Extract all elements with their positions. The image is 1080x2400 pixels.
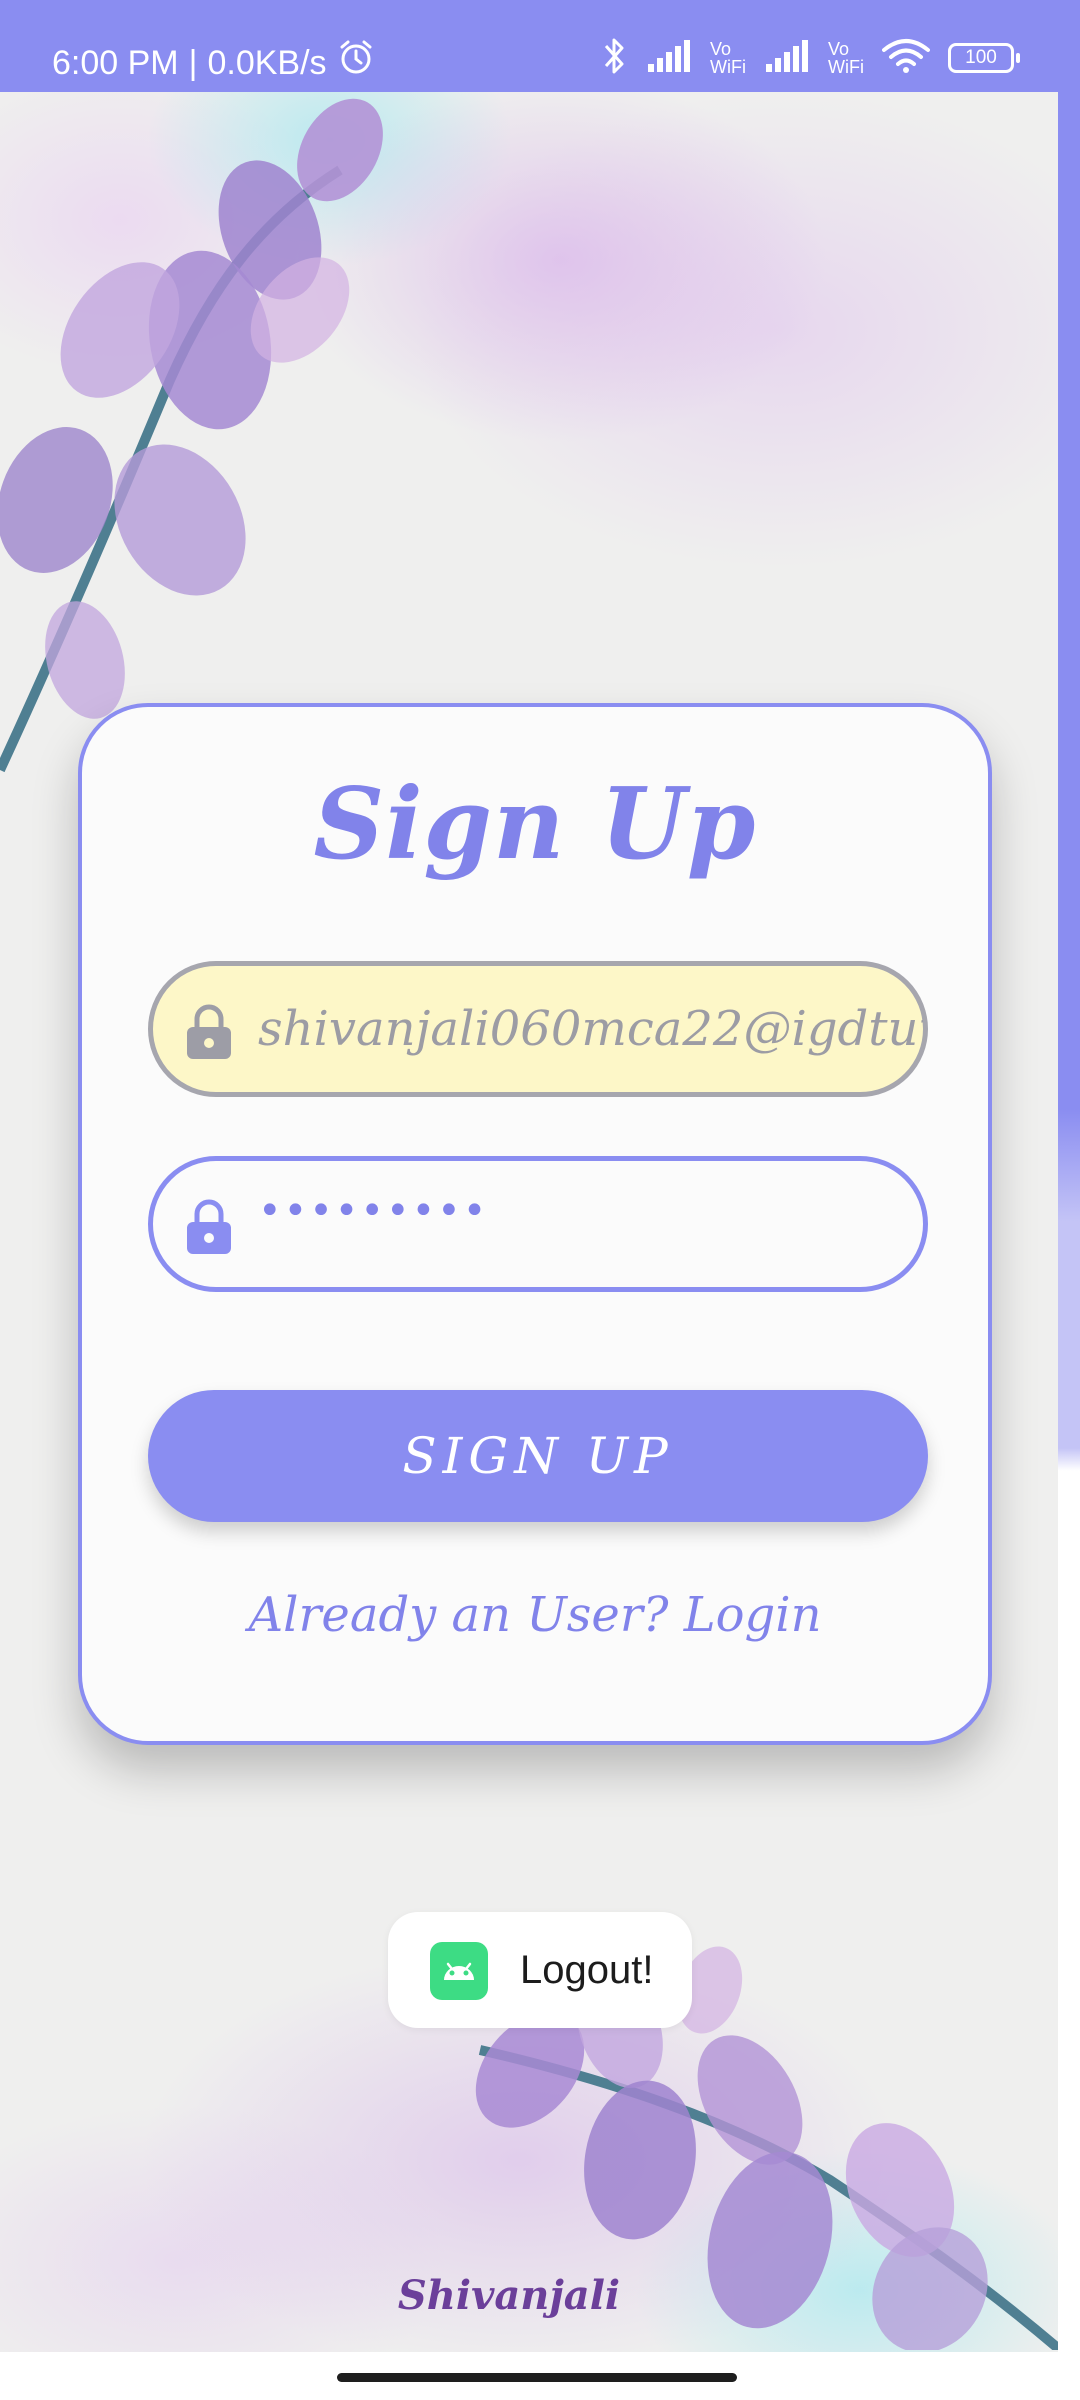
email-field[interactable]: shivanjali060mca22@igdtuw.a: [148, 961, 928, 1097]
scroll-edge-strip: [1058, 92, 1080, 2352]
password-field[interactable]: •••••••••: [148, 1156, 928, 1292]
status-bar: 6:00 PM | 0.0KB/s Vo WiFi Vo WiFi 100: [0, 0, 1080, 92]
signup-card: Sign Up shivanjali060mca22@igdtuw.a ••••…: [78, 703, 992, 1745]
vowifi-label-1: Vo WiFi: [710, 40, 746, 76]
vowifi-label-2: Vo WiFi: [828, 40, 864, 76]
logout-toast: Logout!: [388, 1912, 692, 2028]
status-right: Vo WiFi Vo WiFi 100: [602, 36, 1020, 80]
vowifi-top: Vo: [828, 39, 850, 59]
email-value: shivanjali060mca22@igdtuw.a: [258, 1001, 923, 1057]
android-app-icon: [430, 1942, 488, 2000]
login-link[interactable]: Already an User? Login: [82, 1587, 988, 1643]
lock-icon: [183, 1003, 235, 1059]
status-left: 6:00 PM | 0.0KB/s: [52, 38, 375, 88]
battery-icon: 100: [948, 43, 1020, 73]
vowifi-bottom: WiFi: [828, 57, 864, 77]
home-indicator[interactable]: [337, 2373, 737, 2382]
alarm-icon: [337, 38, 375, 88]
status-separator: |: [188, 44, 198, 82]
signature-text: Shivanjali: [397, 2272, 621, 2319]
status-network-speed: 0.0KB/s: [207, 44, 327, 82]
lock-icon: [183, 1198, 235, 1254]
signup-title: Sign Up: [313, 767, 757, 882]
status-time: 6:00 PM: [52, 44, 179, 82]
signal-icon: [646, 40, 692, 76]
signup-button[interactable]: SIGN UP: [148, 1390, 928, 1522]
vowifi-bottom: WiFi: [710, 57, 747, 77]
signal-icon: [764, 40, 810, 76]
wifi-icon: [882, 38, 930, 78]
toast-message: Logout!: [520, 1948, 654, 1992]
password-value: •••••••••: [258, 1188, 489, 1234]
vowifi-top: Vo: [710, 39, 732, 59]
bluetooth-icon: [602, 36, 628, 80]
